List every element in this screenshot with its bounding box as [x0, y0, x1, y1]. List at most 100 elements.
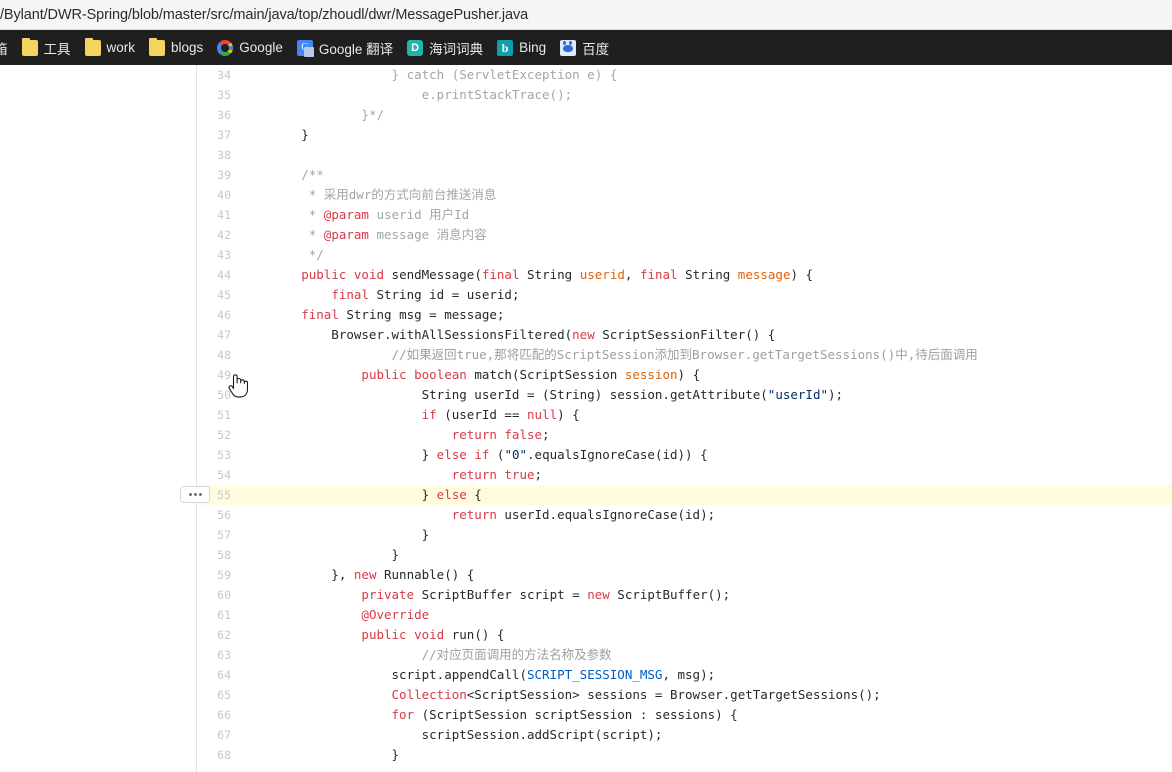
code-line[interactable]: 53 } else if ("0".equalsIgnoreCase(id)) …	[197, 445, 1172, 465]
code-line-text[interactable]: return true;	[241, 465, 1172, 485]
code-line-text[interactable]: scriptSession.addScript(script);	[241, 725, 1172, 745]
line-number[interactable]: 42	[197, 225, 241, 245]
code-line-text[interactable]: }, new Runnable() {	[241, 565, 1172, 585]
code-line[interactable]: 60 private ScriptBuffer script = new Scr…	[197, 585, 1172, 605]
line-number[interactable]: 56	[197, 505, 241, 525]
code-line[interactable]: 34 } catch (ServletException e) {	[197, 65, 1172, 85]
code-line[interactable]: 65 Collection<ScriptSession> sessions = …	[197, 685, 1172, 705]
line-number[interactable]: 44	[197, 265, 241, 285]
code-line-text[interactable]: private ScriptBuffer script = new Script…	[241, 585, 1172, 605]
code-line[interactable]: 61 @Override	[197, 605, 1172, 625]
bookmark-item-Bing[interactable]: b Bing	[490, 36, 553, 60]
code-line-text[interactable]: * @param userid 用户Id	[241, 205, 1172, 225]
code-line-text[interactable]: }	[241, 545, 1172, 565]
code-line-text[interactable]: final String id = userid;	[241, 285, 1172, 305]
code-line-text[interactable]: if (userId == null) {	[241, 405, 1172, 425]
bookmark-item-Google 翻译[interactable]: G Google 翻译	[290, 36, 400, 60]
code-line[interactable]: 64 script.appendCall(SCRIPT_SESSION_MSG,…	[197, 665, 1172, 685]
code-line-text[interactable]: }*/	[241, 105, 1172, 125]
line-number[interactable]: 37	[197, 125, 241, 145]
code-line-text[interactable]: }	[241, 745, 1172, 765]
code-line-text[interactable]: //如果返回true,那将匹配的ScriptSession添加到Browser.…	[241, 345, 1172, 365]
code-line[interactable]: 62 public void run() {	[197, 625, 1172, 645]
code-line-text[interactable]: } catch (ServletException e) {	[241, 65, 1172, 85]
line-number[interactable]: 57	[197, 525, 241, 545]
bookmark-item-箱[interactable]: 箱	[0, 36, 15, 60]
line-number[interactable]: 61	[197, 605, 241, 625]
bookmark-item-百度[interactable]: 百度	[553, 36, 616, 60]
line-number[interactable]: 49	[197, 365, 241, 385]
code-line[interactable]: 51 if (userId == null) {	[197, 405, 1172, 425]
code-line-text[interactable]: public boolean match(ScriptSession sessi…	[241, 365, 1172, 385]
line-number[interactable]: 46	[197, 305, 241, 325]
line-number[interactable]: 50	[197, 385, 241, 405]
code-line-text[interactable]: public void run() {	[241, 625, 1172, 645]
line-number[interactable]: 43	[197, 245, 241, 265]
line-number[interactable]: 54	[197, 465, 241, 485]
line-number[interactable]: 36	[197, 105, 241, 125]
line-number[interactable]: 59	[197, 565, 241, 585]
line-number[interactable]: 34	[197, 65, 241, 85]
code-line[interactable]: 55 } else {	[197, 485, 1172, 505]
code-line-text[interactable]: e.printStackTrace();	[241, 85, 1172, 105]
line-number[interactable]: 35	[197, 85, 241, 105]
code-line[interactable]: 41 * @param userid 用户Id	[197, 205, 1172, 225]
code-line[interactable]: 47 Browser.withAllSessionsFiltered(new S…	[197, 325, 1172, 345]
expand-hidden-lines-button[interactable]	[180, 486, 210, 503]
url-text[interactable]: /Bylant/DWR-Spring/blob/master/src/main/…	[0, 7, 528, 23]
bookmark-item-工具[interactable]: 工具	[15, 36, 78, 60]
bookmark-item-Google[interactable]: Google	[210, 36, 290, 60]
bookmark-item-海词词典[interactable]: D 海词词典	[400, 36, 490, 60]
code-line[interactable]: 52 return false;	[197, 425, 1172, 445]
line-number[interactable]: 47	[197, 325, 241, 345]
code-line[interactable]: 50 String userId = (String) session.getA…	[197, 385, 1172, 405]
line-number[interactable]: 66	[197, 705, 241, 725]
code-line[interactable]: 63 //对应页面调用的方法名称及参数	[197, 645, 1172, 665]
line-number[interactable]: 52	[197, 425, 241, 445]
code-line[interactable]: 42 * @param message 消息内容	[197, 225, 1172, 245]
code-line-text[interactable]: }	[241, 125, 1172, 145]
code-line-text[interactable]: public void sendMessage(final String use…	[241, 265, 1172, 285]
line-number[interactable]: 51	[197, 405, 241, 425]
line-number[interactable]: 63	[197, 645, 241, 665]
line-number[interactable]: 64	[197, 665, 241, 685]
line-number[interactable]: 38	[197, 145, 241, 165]
line-number[interactable]: 48	[197, 345, 241, 365]
code-line-text[interactable]: * 采用dwr的方式向前台推送消息	[241, 185, 1172, 205]
code-line-text[interactable]: } else {	[241, 485, 1172, 505]
code-line-text[interactable]: /**	[241, 165, 1172, 185]
code-line[interactable]: 56 return userId.equalsIgnoreCase(id);	[197, 505, 1172, 525]
code-line[interactable]: 68 }	[197, 745, 1172, 765]
code-line-text[interactable]: Collection<ScriptSession> sessions = Bro…	[241, 685, 1172, 705]
code-line-text[interactable]: Browser.withAllSessionsFiltered(new Scri…	[241, 325, 1172, 345]
code-line-text[interactable]: script.appendCall(SCRIPT_SESSION_MSG, ms…	[241, 665, 1172, 685]
code-line[interactable]: 49 public boolean match(ScriptSession se…	[197, 365, 1172, 385]
code-line-text[interactable]: * @param message 消息内容	[241, 225, 1172, 245]
code-line-text[interactable]: } else if ("0".equalsIgnoreCase(id)) {	[241, 445, 1172, 465]
code-line[interactable]: 40 * 采用dwr的方式向前台推送消息	[197, 185, 1172, 205]
code-line-text[interactable]: }	[241, 525, 1172, 545]
code-line[interactable]: 35 e.printStackTrace();	[197, 85, 1172, 105]
code-line[interactable]: 57 }	[197, 525, 1172, 545]
line-number[interactable]: 65	[197, 685, 241, 705]
line-number[interactable]: 60	[197, 585, 241, 605]
code-line[interactable]: 44 public void sendMessage(final String …	[197, 265, 1172, 285]
code-line-text[interactable]: for (ScriptSession scriptSession : sessi…	[241, 705, 1172, 725]
code-line[interactable]: 43 */	[197, 245, 1172, 265]
code-line[interactable]: 46 final String msg = message;	[197, 305, 1172, 325]
code-line[interactable]: 66 for (ScriptSession scriptSession : se…	[197, 705, 1172, 725]
code-line[interactable]: 38	[197, 145, 1172, 165]
line-number[interactable]: 67	[197, 725, 241, 745]
code-line-text[interactable]: return userId.equalsIgnoreCase(id);	[241, 505, 1172, 525]
code-line[interactable]: 45 final String id = userid;	[197, 285, 1172, 305]
code-line-text[interactable]: final String msg = message;	[241, 305, 1172, 325]
line-number[interactable]: 62	[197, 625, 241, 645]
line-number[interactable]: 39	[197, 165, 241, 185]
bookmark-item-blogs[interactable]: blogs	[142, 36, 210, 60]
code-line-text[interactable]: //对应页面调用的方法名称及参数	[241, 645, 1172, 665]
code-viewer[interactable]: 34 } catch (ServletException e) {35 e.pr…	[180, 65, 1172, 772]
code-line-text[interactable]: String userId = (String) session.getAttr…	[241, 385, 1172, 405]
code-line[interactable]: 59 }, new Runnable() {	[197, 565, 1172, 585]
line-number[interactable]: 58	[197, 545, 241, 565]
code-line-text[interactable]: return false;	[241, 425, 1172, 445]
